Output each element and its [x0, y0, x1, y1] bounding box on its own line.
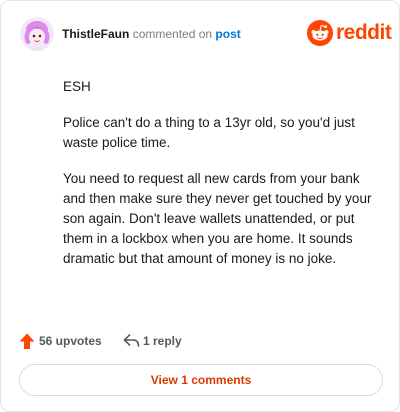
- view-comments-button[interactable]: View 1 comments: [19, 364, 383, 396]
- reddit-brand[interactable]: reddit: [307, 20, 392, 48]
- reply-count: 1 reply: [143, 334, 182, 348]
- comment-paragraph: ESH: [63, 79, 91, 94]
- comment-card: ThistleFaun commented on post reddit ESH…: [0, 0, 400, 412]
- reddit-snoo-icon: [307, 20, 333, 46]
- user-avatar[interactable]: [20, 17, 54, 51]
- comment-meta: ThistleFaun commented on post: [62, 27, 241, 41]
- upvote-count: 56 upvotes: [39, 334, 102, 348]
- avatar-icon: [20, 17, 54, 51]
- action-text: commented on: [132, 27, 213, 41]
- post-link[interactable]: post: [215, 27, 240, 41]
- comment-paragraph: Police can't do a thing to a 13yr old, s…: [63, 115, 355, 150]
- comment-body: ESH Police can't do a thing to a 13yr ol…: [63, 77, 385, 285]
- comment-paragraph: You need to request all new cards from y…: [63, 171, 372, 266]
- reddit-wordmark: reddit: [336, 21, 392, 44]
- reply-arrow-icon: [123, 334, 140, 347]
- upvote-arrow-icon: [19, 333, 35, 349]
- comment-header: ThistleFaun commented on post reddit: [20, 17, 392, 53]
- author-name[interactable]: ThistleFaun: [62, 27, 129, 41]
